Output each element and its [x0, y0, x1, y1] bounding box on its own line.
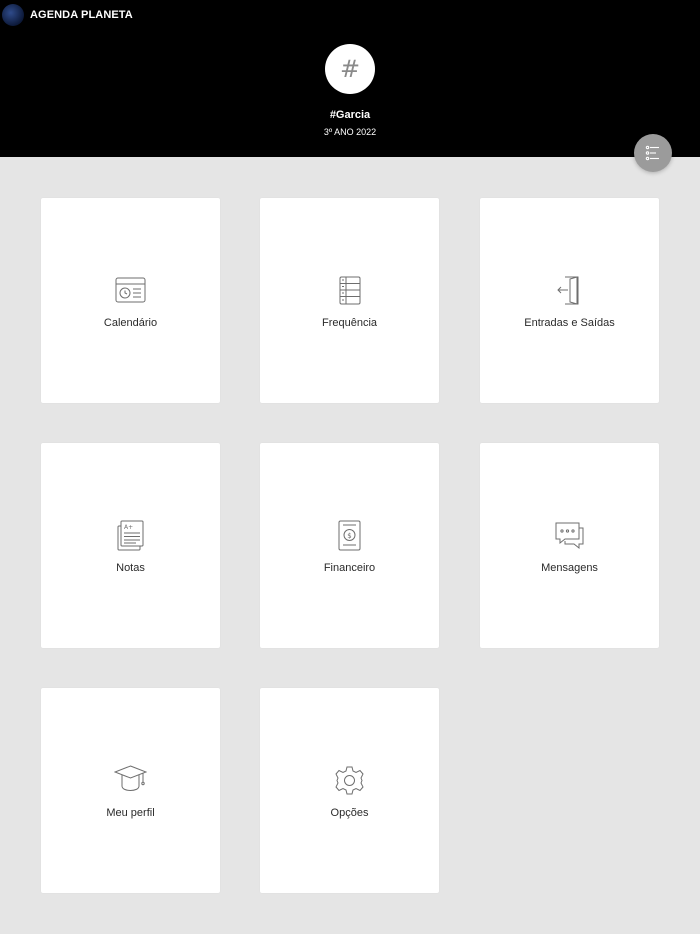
- tile-label: Calendário: [103, 317, 158, 329]
- app-logo-icon: [2, 4, 24, 26]
- list-settings-icon: [645, 145, 659, 161]
- finance-icon: $: [338, 520, 361, 551]
- app-title: AGENDA PLANETA: [30, 9, 133, 21]
- tile-label: Notas: [116, 562, 145, 574]
- calendar-icon: [115, 277, 146, 303]
- graduation-cap-icon: [114, 765, 147, 791]
- attendance-icon: [339, 276, 361, 305]
- tile-frequencia[interactable]: Frequência: [260, 198, 439, 403]
- messages-icon: [555, 522, 584, 550]
- tile-financeiro[interactable]: $ Financeiro: [260, 443, 439, 648]
- tile-mensagens[interactable]: Mensagens: [480, 443, 659, 648]
- user-class-year: 3º ANO 2022: [323, 127, 377, 137]
- avatar[interactable]: #: [325, 44, 375, 94]
- gear-icon: [335, 766, 364, 795]
- tile-opcoes[interactable]: Opções: [260, 688, 439, 893]
- tile-notas[interactable]: A+ Notas: [41, 443, 220, 648]
- brand: AGENDA PLANETA: [0, 4, 133, 26]
- tile-label: Opções: [330, 807, 369, 819]
- header: AGENDA PLANETA # #Garcia 3º ANO 2022: [0, 0, 700, 157]
- tile-label: Frequência: [321, 317, 378, 329]
- tile-entradas-saidas[interactable]: Entradas e Saídas: [480, 198, 659, 403]
- tile-label: Entradas e Saídas: [524, 317, 615, 329]
- tile-calendario[interactable]: Calendário: [41, 198, 220, 403]
- tile-label: Financeiro: [323, 562, 376, 574]
- svg-text:A+: A+: [124, 524, 133, 531]
- user-name: #Garcia: [329, 109, 371, 121]
- filter-menu-button[interactable]: [634, 134, 672, 172]
- door-exit-icon: [557, 276, 579, 305]
- tile-label: Meu perfil: [106, 807, 155, 819]
- svg-text:$: $: [347, 532, 351, 540]
- grades-icon: A+: [117, 520, 144, 551]
- tile-meu-perfil[interactable]: Meu perfil: [41, 688, 220, 893]
- tile-label: Mensagens: [541, 562, 598, 574]
